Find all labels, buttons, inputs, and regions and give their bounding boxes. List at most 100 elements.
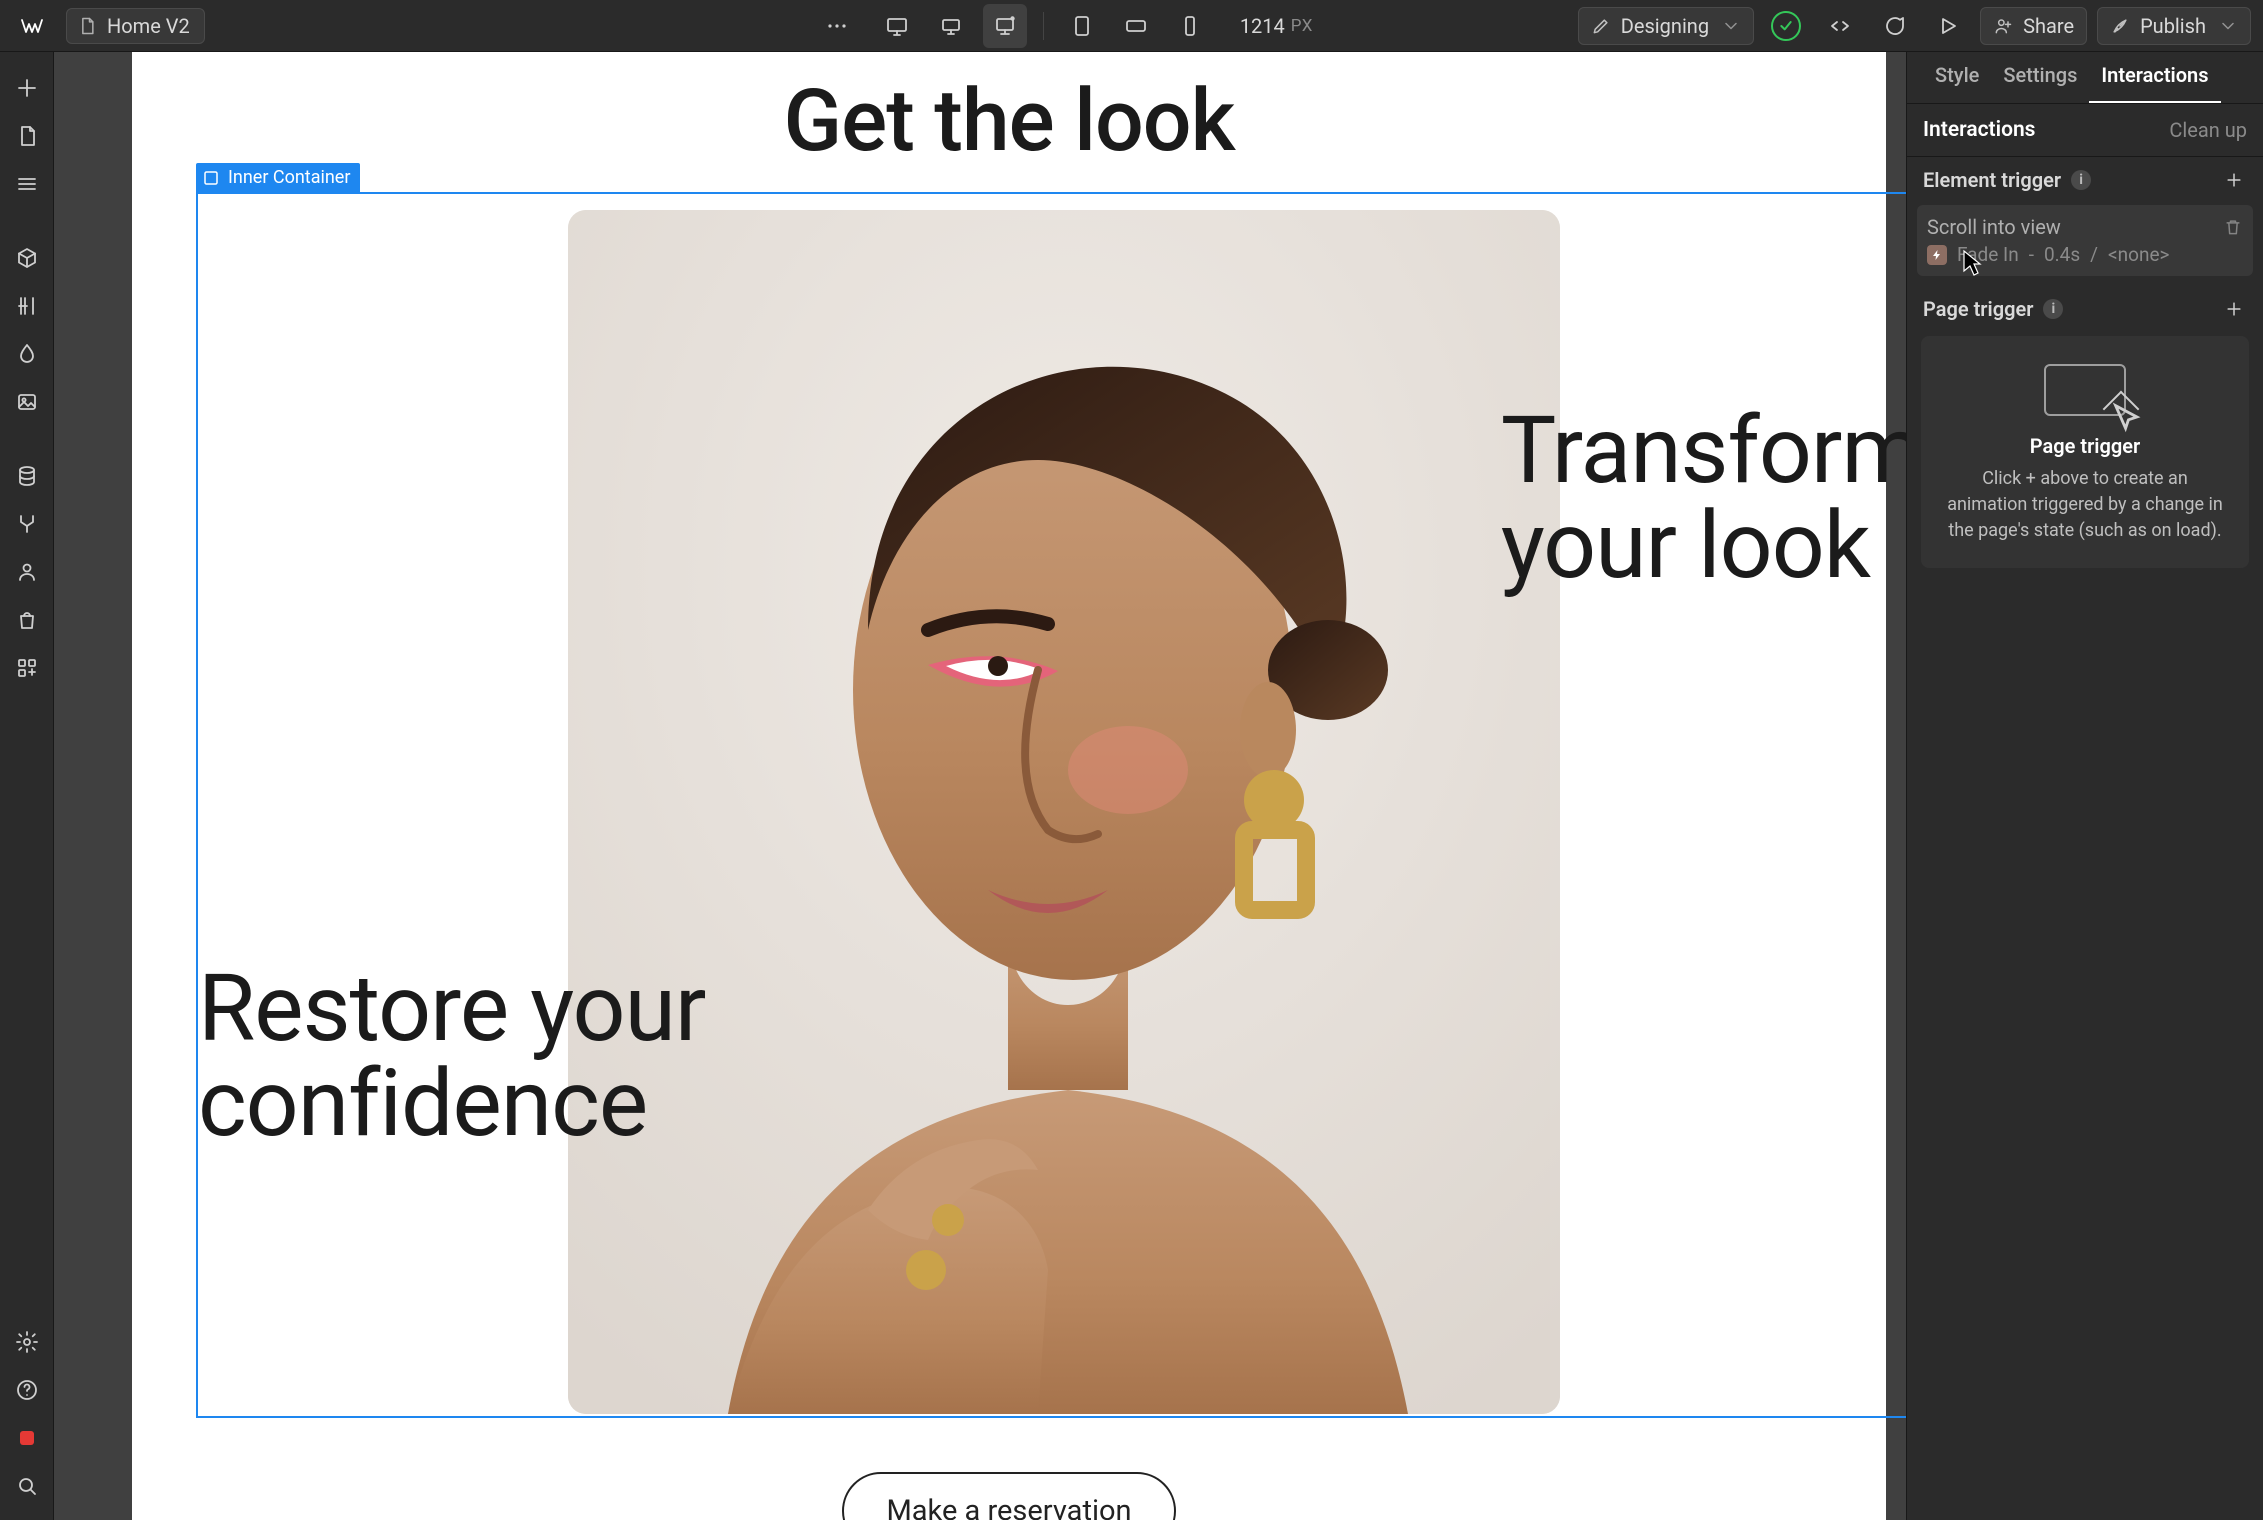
overlay-right-line2: your look <box>1501 491 1870 600</box>
overlay-text-left[interactable]: Restore your confidence <box>198 962 705 1152</box>
add-page-trigger-button[interactable] <box>2221 296 2247 322</box>
droplet-icon <box>15 342 39 366</box>
lightning-icon <box>1927 245 1947 265</box>
rocket-icon <box>2110 16 2130 36</box>
share-label: Share <box>2023 14 2074 38</box>
page-selector[interactable]: Home V2 <box>66 8 205 44</box>
search-icon <box>15 1474 39 1498</box>
breakpoint-base[interactable] <box>983 4 1027 48</box>
page-trigger-empty-state: Page trigger Click + above to create an … <box>1921 336 2249 568</box>
canvas-width-readout[interactable]: 1214 PX <box>1240 14 1313 38</box>
variables-icon <box>15 294 39 318</box>
selection-label-text: Inner Container <box>228 167 350 188</box>
tool-apps[interactable] <box>7 646 47 690</box>
portrait-illustration <box>568 210 1560 1414</box>
breakpoint-mobile-portrait[interactable] <box>1168 4 1212 48</box>
mobile-landscape-icon <box>1124 14 1148 38</box>
breakpoint-tablet[interactable] <box>1060 4 1104 48</box>
database-icon <box>15 464 39 488</box>
breakpoint-mobile-landscape[interactable] <box>1114 4 1158 48</box>
canvas-width-value: 1214 <box>1240 14 1285 38</box>
canvas-area[interactable]: Get the look Inner Container + <box>54 52 1906 1520</box>
selected-inner-container[interactable]: Transform your look Restore your confide… <box>198 194 1906 1416</box>
tool-styles[interactable] <box>7 332 47 376</box>
code-export-button[interactable] <box>1818 4 1862 48</box>
tool-settings[interactable] <box>7 1320 47 1364</box>
page-icon <box>15 124 39 148</box>
tool-navigator[interactable] <box>7 162 47 206</box>
interactions-section-title: Interactions <box>1923 118 2035 142</box>
container-icon <box>202 169 220 187</box>
hero-image[interactable] <box>568 210 1560 1414</box>
cube-icon <box>15 246 39 270</box>
canvas-width-unit: PX <box>1291 16 1313 36</box>
publish-button[interactable]: Publish <box>2097 7 2251 45</box>
comment-icon <box>1882 14 1906 38</box>
right-panel: Style Settings Interactions Interactions… <box>1906 52 2263 1520</box>
page-trigger-card-title: Page trigger <box>1941 434 2229 458</box>
tool-components[interactable] <box>7 236 47 280</box>
tool-search[interactable] <box>7 1464 47 1508</box>
element-trigger-header: Element trigger i <box>1907 157 2263 199</box>
publish-label: Publish <box>2140 14 2206 38</box>
page-icon <box>77 16 97 36</box>
app-logo[interactable] <box>10 4 54 48</box>
plus-icon <box>2224 170 2244 190</box>
site-preview[interactable]: Get the look Inner Container + <box>132 52 1886 1520</box>
trash-icon[interactable] <box>2223 217 2243 237</box>
tool-ecommerce[interactable] <box>7 598 47 642</box>
mode-selector[interactable]: Designing <box>1578 7 1754 45</box>
gear-icon <box>15 1330 39 1354</box>
cta-button[interactable]: Make a reservation <box>842 1472 1175 1520</box>
play-icon <box>1936 14 1960 38</box>
chevron-down-icon <box>2218 16 2238 36</box>
breakpoint-desktop-large[interactable] <box>875 4 919 48</box>
help-icon <box>15 1378 39 1402</box>
info-icon[interactable]: i <box>2043 299 2063 319</box>
plus-icon <box>15 76 39 100</box>
tool-cms[interactable] <box>7 454 47 498</box>
selection-label[interactable]: Inner Container <box>196 163 360 192</box>
right-panel-tabs: Style Settings Interactions <box>1907 52 2263 104</box>
desktop-large-icon <box>885 14 909 38</box>
tab-interactions[interactable]: Interactions <box>2089 49 2220 103</box>
status-indicator[interactable] <box>1764 4 1808 48</box>
top-bar: Home V2 <box>0 0 2263 52</box>
page-trigger-illustration <box>2044 364 2126 416</box>
element-trigger-animation: Fade In <box>1957 243 2019 266</box>
more-menu-button[interactable] <box>815 4 859 48</box>
recording-indicator-icon <box>20 1431 34 1445</box>
tool-pages[interactable] <box>7 114 47 158</box>
tool-assets[interactable] <box>7 380 47 424</box>
overlay-text-right[interactable]: Transform your look <box>1501 404 1906 594</box>
tool-logic[interactable] <box>7 502 47 546</box>
tool-variables[interactable] <box>7 284 47 328</box>
page-trigger-header: Page trigger i <box>1907 286 2263 328</box>
info-icon[interactable]: i <box>2071 170 2091 190</box>
add-element-trigger-button[interactable] <box>2221 167 2247 193</box>
tab-style[interactable]: Style <box>1923 49 1991 103</box>
element-trigger-second: <none> <box>2108 243 2170 266</box>
tool-help[interactable] <box>7 1368 47 1412</box>
tab-settings[interactable]: Settings <box>1991 49 2089 103</box>
shopping-bag-icon <box>15 608 39 632</box>
breakpoint-desktop[interactable] <box>929 4 973 48</box>
desktop-base-icon <box>993 14 1017 38</box>
user-plus-icon <box>1993 16 2013 36</box>
page-name: Home V2 <box>107 14 190 38</box>
cleanup-button[interactable]: Clean up <box>2169 118 2247 142</box>
page-trigger-title: Page trigger <box>1923 297 2033 321</box>
page-trigger-card-description: Click + above to create an animation tri… <box>1941 466 2229 544</box>
logic-icon <box>15 512 39 536</box>
user-icon <box>15 560 39 584</box>
preview-button[interactable] <box>1926 4 1970 48</box>
tool-video-recording[interactable] <box>7 1416 47 1460</box>
overlay-left-line2: confidence <box>198 1049 647 1158</box>
comments-button[interactable] <box>1872 4 1916 48</box>
tool-users[interactable] <box>7 550 47 594</box>
share-button[interactable]: Share <box>1980 7 2087 45</box>
overlay-left-line1: Restore your <box>198 954 705 1063</box>
pencil-icon <box>1591 16 1611 36</box>
element-trigger-item[interactable]: Scroll into view Fade In - 0.4s / <none> <box>1917 205 2253 276</box>
tool-add[interactable] <box>7 66 47 110</box>
